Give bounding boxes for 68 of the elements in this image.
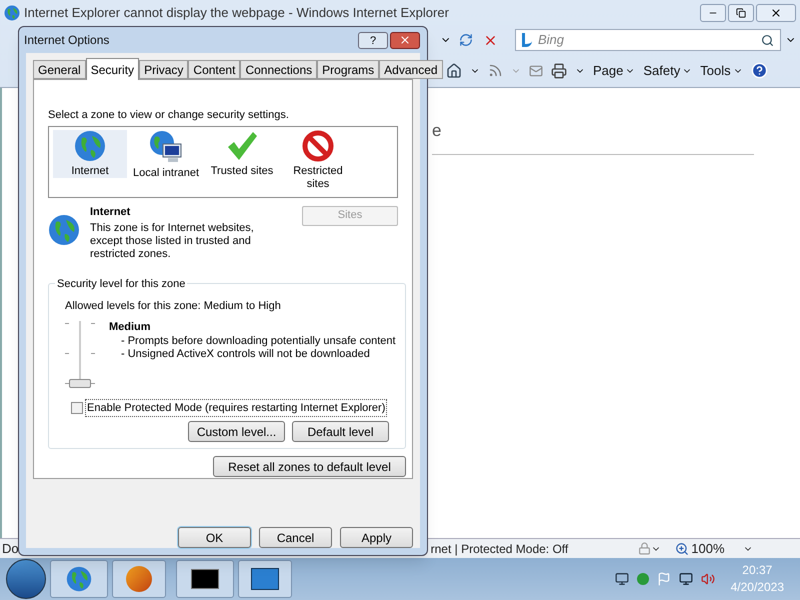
command-menu[interactable]: Tools (700, 60, 743, 80)
dialog-tab[interactable]: Security (86, 58, 140, 80)
slider-thumb[interactable] (69, 378, 91, 388)
zone-prompt: Select a zone to view or change security settings. (48, 108, 290, 123)
window-title: Internet Explorer cannot display the webpage - Windows Internet Explorer (24, 4, 449, 22)
dialog-tab[interactable]: Privacy (139, 60, 188, 79)
zoom-icon[interactable] (675, 542, 690, 556)
dialog-title: Internet Options (24, 32, 110, 49)
level-button[interactable]: Custom level... (188, 421, 285, 442)
command-menu[interactable]: Page (593, 60, 636, 80)
home-icon[interactable] (446, 62, 462, 78)
page-heading: e (432, 118, 754, 154)
level-name: Medium (109, 320, 152, 334)
zone-item[interactable]: Local intranet (129, 130, 203, 180)
refresh-icon (458, 33, 473, 47)
search-field[interactable]: Bing (514, 29, 781, 51)
command-menu[interactable]: Safety (643, 60, 692, 80)
dialog-tab[interactable]: Advanced (379, 60, 443, 79)
search-icon[interactable] (760, 34, 774, 46)
restore-button[interactable] (728, 4, 754, 22)
status-text: Do (2, 540, 19, 558)
start-button[interactable] (6, 559, 46, 599)
dialog-button[interactable]: OK (178, 527, 251, 548)
zone-description: This zone is for Internet websites, except those listed in trusted and restricted zones. (90, 222, 255, 261)
close-button[interactable] (390, 32, 420, 48)
search-logo-icon (522, 33, 532, 47)
dialog-tab[interactable]: General (33, 60, 86, 79)
globe-icon (74, 130, 106, 162)
checkmark-icon (226, 130, 258, 162)
dialog-tab[interactable]: Programs (317, 60, 380, 79)
globe-monitor-icon (149, 130, 183, 164)
zoom-level[interactable]: 100% (691, 538, 725, 558)
dialog-button[interactable]: Apply (340, 527, 413, 548)
allowed-levels-text: Allowed levels for this zone: Medium to High (65, 299, 282, 314)
restore-icon (736, 8, 746, 18)
checkbox[interactable] (71, 402, 83, 414)
lock-icon (638, 542, 652, 555)
dialog-button[interactable]: Cancel (259, 527, 332, 548)
reset-zones-button[interactable]: Reset all zones to default level (213, 456, 406, 477)
taskbar-terminal-icon[interactable] (176, 560, 234, 598)
zone-name: Internet (90, 204, 132, 220)
zone-item[interactable]: Restricted sites (281, 130, 355, 190)
mail-icon[interactable] (529, 64, 543, 78)
close-icon (399, 34, 411, 46)
close-icon (770, 7, 782, 19)
browser-logo-icon (66, 566, 92, 592)
globe-icon (48, 214, 80, 246)
print-icon[interactable] (551, 62, 567, 78)
status-zone-text: rnet | Protected Mode: Off (430, 540, 568, 558)
zone-item[interactable]: Internet (53, 130, 127, 178)
feed-icon[interactable] (488, 63, 503, 78)
help-icon[interactable] (750, 62, 768, 79)
help-button[interactable]: ? (358, 32, 388, 48)
search-input[interactable]: Bing (538, 30, 755, 50)
zone-item[interactable]: Trusted sites (205, 130, 279, 178)
level-detail: - Unsigned ActiveX controls will not be downloaded (120, 348, 371, 361)
dialog-tab[interactable]: Connections (240, 60, 318, 79)
network-icon[interactable] (678, 572, 693, 586)
dialog-tab[interactable]: Content (188, 60, 240, 79)
tray-monitor-icon[interactable] (614, 572, 629, 586)
group-label: Security level for this zone (55, 276, 188, 292)
security-slider[interactable] (65, 318, 95, 388)
browser-logo-icon (4, 5, 20, 21)
level-detail: - Prompts before downloading potentially unsafe content (120, 335, 397, 348)
close-button[interactable] (756, 4, 796, 22)
no-entry-icon (302, 130, 334, 162)
checkbox-label[interactable]: Enable Protected Mode (requires restarting Internet Explorer) (85, 398, 388, 417)
level-button[interactable]: Default level (292, 421, 389, 442)
